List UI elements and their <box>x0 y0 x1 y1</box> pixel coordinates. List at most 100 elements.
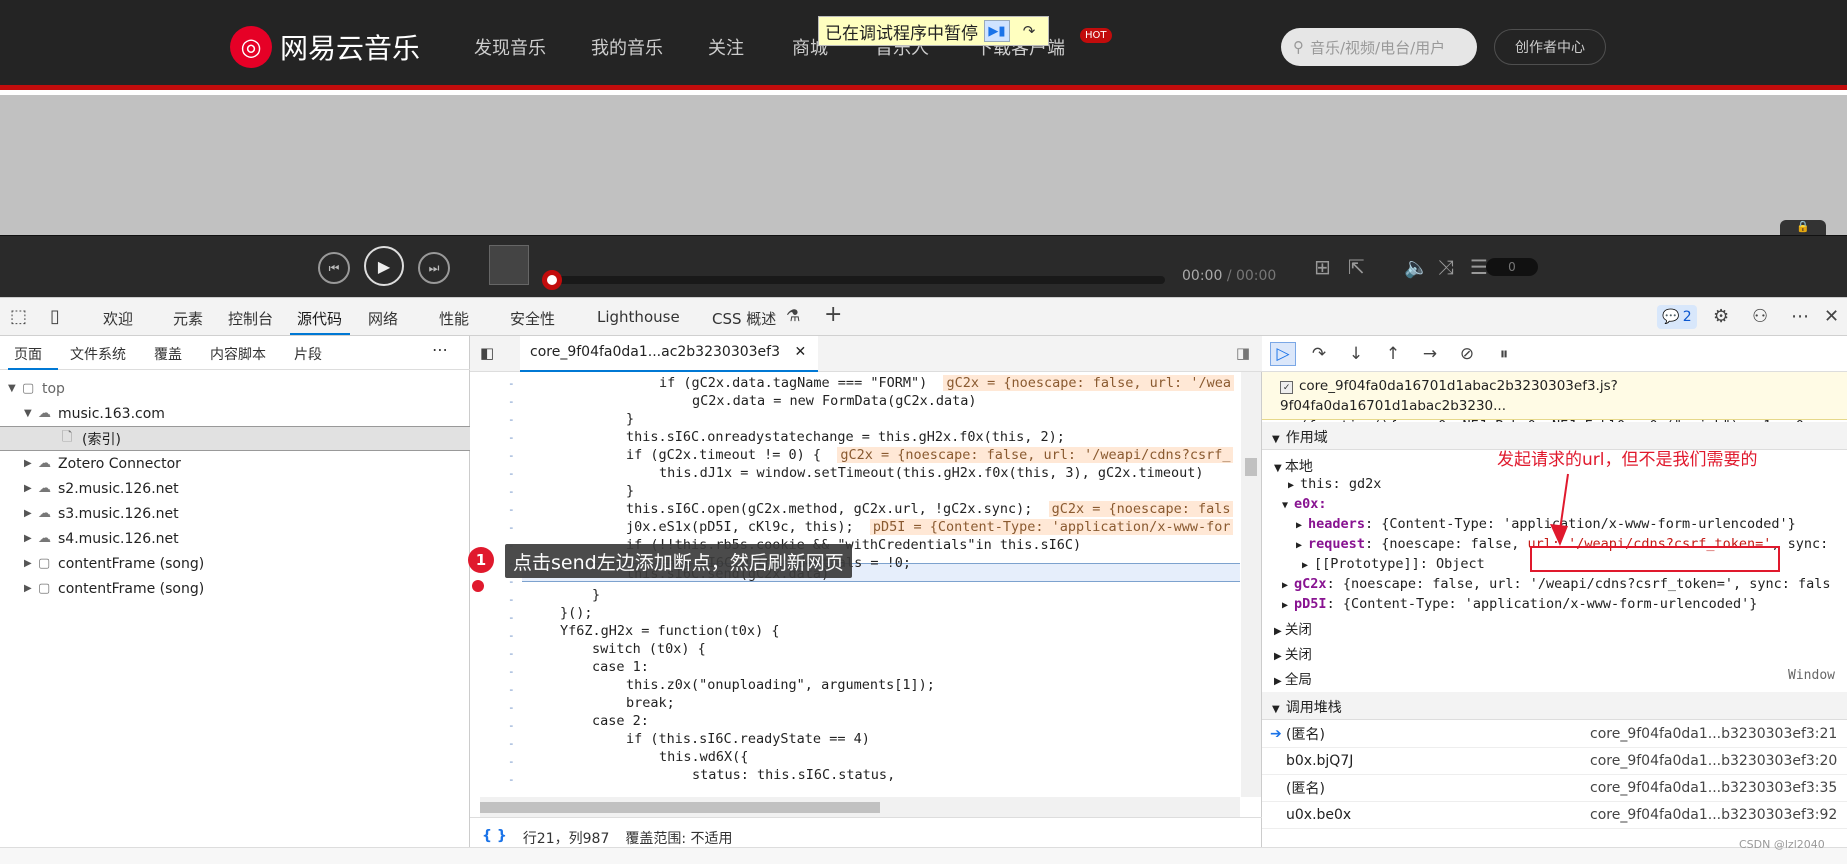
breakpoint-marker[interactable] <box>472 580 484 592</box>
gc2x-value: {noescape: false, url: '/weapi/cdns?csrf… <box>1342 576 1831 592</box>
creator-center-button[interactable]: 创作者中心 <box>1494 29 1606 65</box>
callstack-frame[interactable]: (匿名) core_9f04fa0da1...b3230303ef3:35 <box>1262 775 1847 802</box>
tree-item-frame[interactable]: ▶ ▢ contentFrame (song) <box>0 576 470 601</box>
settings-gear-icon[interactable]: ⚙ <box>1713 306 1729 327</box>
tab-css-overview[interactable]: CSS 概述 <box>712 308 776 329</box>
toggle-debugger-icon[interactable]: ◨ <box>1236 344 1250 362</box>
tab-elements[interactable]: 元素 <box>173 308 203 329</box>
callstack-section-header[interactable]: ▼ 调用堆栈 <box>1262 692 1847 720</box>
shuffle-icon[interactable]: ⤨ <box>1438 255 1454 279</box>
callstack-frame[interactable]: b0x.bjQ7J core_9f04fa0da1...b3230303ef3:… <box>1262 748 1847 775</box>
nav-discover[interactable]: 发现音乐 <box>474 34 546 60</box>
page-overlay-area <box>0 95 1847 235</box>
add-tab-icon[interactable]: + <box>824 302 842 327</box>
tab-sources[interactable]: 源代码 <box>297 308 342 329</box>
volume-icon[interactable]: 🔈 <box>1404 255 1429 279</box>
scroll-thumb[interactable] <box>480 802 880 813</box>
site-logo[interactable]: ◎ 网易云音乐 <box>230 26 420 68</box>
play-icon[interactable]: ▶ <box>364 246 404 286</box>
tree-item-index[interactable]: 🗋 (索引) <box>0 426 470 451</box>
checkbox-checked[interactable]: ✓ <box>1280 381 1293 394</box>
tab-welcome[interactable]: 欢迎 <box>103 308 133 329</box>
scope-pd5i[interactable]: ▶ pD5I: {Content-Type: 'application/x-ww… <box>1282 596 1757 616</box>
current-frame-arrow-icon: ➔ <box>1270 726 1282 742</box>
code-view[interactable]: - - - - - - - - - - - - - - - - - - - - <box>470 372 1240 797</box>
progress-handle[interactable] <box>542 270 562 290</box>
headers-value: {Content-Type: 'application/x-www-form-u… <box>1381 516 1796 532</box>
scope-closure[interactable]: ▶ 关闭 <box>1274 643 1312 663</box>
tree-label: contentFrame (song) <box>58 555 205 572</box>
tab-security[interactable]: 安全性 <box>510 308 555 329</box>
nav-tab-content-scripts[interactable]: 内容脚本 <box>210 344 266 364</box>
inspect-element-icon[interactable]: ⬚ <box>10 306 27 327</box>
scope-prototype[interactable]: ▶ [[Prototype]]: Object <box>1302 556 1485 576</box>
callstack-frame[interactable]: ➔ (匿名) core_9f04fa0da1...b3230303ef3:21 <box>1262 721 1847 748</box>
nav-my-music[interactable]: 我的音乐 <box>591 34 663 60</box>
add-to-playlist-icon[interactable]: ⊞ <box>1314 255 1331 279</box>
share-icon[interactable]: ⇱ <box>1348 255 1365 279</box>
device-toolbar-icon[interactable]: ▯ <box>50 306 60 327</box>
message-icon: 💬 <box>1662 309 1680 325</box>
tree-item-frame[interactable]: ▶ ▢ contentFrame (song) <box>0 551 470 576</box>
nav-tab-page[interactable]: 页面 <box>14 344 42 364</box>
progress-track[interactable] <box>545 276 1165 284</box>
tree-item-top[interactable]: ▼ ▢ top <box>0 376 470 401</box>
frame-location[interactable]: core_9f04fa0da1...b3230303ef3:92 <box>1590 807 1837 823</box>
callstack-frame[interactable]: u0x.be0x core_9f04fa0da1...b3230303ef3:9… <box>1262 802 1847 829</box>
editor-file-tab[interactable]: core_9f04fa0da1...ac2b3230303ef3 ✕ <box>520 336 819 372</box>
step-into-icon[interactable]: ↓ <box>1343 342 1369 366</box>
nav-follow[interactable]: 关注 <box>708 34 744 60</box>
tree-item-domain[interactable]: ▶ ☁ Zotero Connector <box>0 451 470 476</box>
next-track-icon[interactable]: ⏭ <box>418 252 450 284</box>
more-options-icon[interactable]: ⋯ <box>1791 306 1809 327</box>
album-cover[interactable] <box>489 245 529 285</box>
scope-this[interactable]: ▶ this: gd2x <box>1288 476 1381 496</box>
tree-label: contentFrame (song) <box>58 580 205 597</box>
tree-item-domain[interactable]: ▶ ☁ s2.music.126.net <box>0 476 470 501</box>
tree-item-domain[interactable]: ▶ ☁ s3.music.126.net <box>0 501 470 526</box>
issues-badge[interactable]: 💬 2 <box>1657 305 1697 329</box>
devtools-panel: ⬚ ▯ 欢迎 元素 控制台 源代码 网络 性能 安全性 Lighthouse C… <box>0 297 1847 864</box>
netease-logo-icon: ◎ <box>230 26 272 68</box>
profile-icon[interactable]: ⚇ <box>1752 306 1768 327</box>
step-over-icon[interactable]: ↷ <box>1306 342 1332 366</box>
pd5i-value: {Content-Type: 'application/x-www-form-u… <box>1342 596 1758 612</box>
nav-tab-filesystem[interactable]: 文件系统 <box>70 344 126 364</box>
close-icon[interactable]: ✕ <box>1824 306 1839 327</box>
frame-location[interactable]: core_9f04fa0da1...b3230303ef3:20 <box>1590 753 1837 769</box>
pretty-print-icon[interactable]: { } <box>482 828 507 844</box>
step-out-icon[interactable]: ↑ <box>1380 342 1406 366</box>
nav-tab-snippets[interactable]: 片段 <box>294 344 322 364</box>
frame-location[interactable]: core_9f04fa0da1...b3230303ef3:21 <box>1590 726 1837 742</box>
tab-network[interactable]: 网络 <box>368 308 398 329</box>
scope-local[interactable]: ▼ 本地 <box>1274 456 1313 476</box>
step-icon[interactable]: → <box>1417 342 1443 366</box>
tree-item-domain[interactable]: ▶ ☁ s4.music.126.net <box>0 526 470 551</box>
previous-track-icon[interactable]: ⏮ <box>318 252 350 284</box>
frame-location[interactable]: core_9f04fa0da1...b3230303ef3:35 <box>1590 780 1837 796</box>
nav-tab-overrides[interactable]: 覆盖 <box>154 344 182 364</box>
tab-performance[interactable]: 性能 <box>439 308 469 329</box>
scope-global[interactable]: ▶ 全局 Window <box>1274 668 1847 688</box>
site-search-input[interactable]: ⚲ 音乐/视频/电台/用户 <box>1281 28 1477 66</box>
tab-console[interactable]: 控制台 <box>228 308 273 329</box>
toggle-navigator-icon[interactable]: ◧ <box>480 344 494 362</box>
editor-vertical-scrollbar[interactable] <box>1241 372 1261 797</box>
step-over-icon[interactable]: ↷ <box>1016 20 1042 42</box>
scope-gc2x[interactable]: ▶ gC2x: {noescape: false, url: '/weapi/c… <box>1282 576 1831 596</box>
tree-item-domain[interactable]: ▼ ☁ music.163.com <box>0 401 470 426</box>
scope-e0x[interactable]: ▼ e0x: <box>1282 496 1327 516</box>
line-marker: - <box>508 755 515 768</box>
deactivate-breakpoints-icon[interactable]: ⊘ <box>1454 342 1480 366</box>
scope-closure[interactable]: ▶ 关闭 <box>1274 618 1312 638</box>
resume-icon[interactable]: ▶▮ <box>984 20 1010 42</box>
close-tab-icon[interactable]: ✕ <box>794 344 806 360</box>
editor-horizontal-scrollbar[interactable] <box>480 797 1240 817</box>
tab-lighthouse[interactable]: Lighthouse <box>597 308 680 326</box>
pause-on-exceptions-icon[interactable]: ⏸ <box>1491 342 1517 366</box>
paused-location[interactable]: ✓ core_9f04fa0da16701d1abac2b3230303ef3.j… <box>1262 372 1847 434</box>
resume-execution-icon[interactable]: ▷ <box>1270 342 1296 366</box>
scroll-thumb[interactable] <box>1245 458 1257 476</box>
more-icon[interactable]: ⋯ <box>432 340 448 359</box>
watermark: CSDN @lzl2040 <box>1739 838 1825 851</box>
